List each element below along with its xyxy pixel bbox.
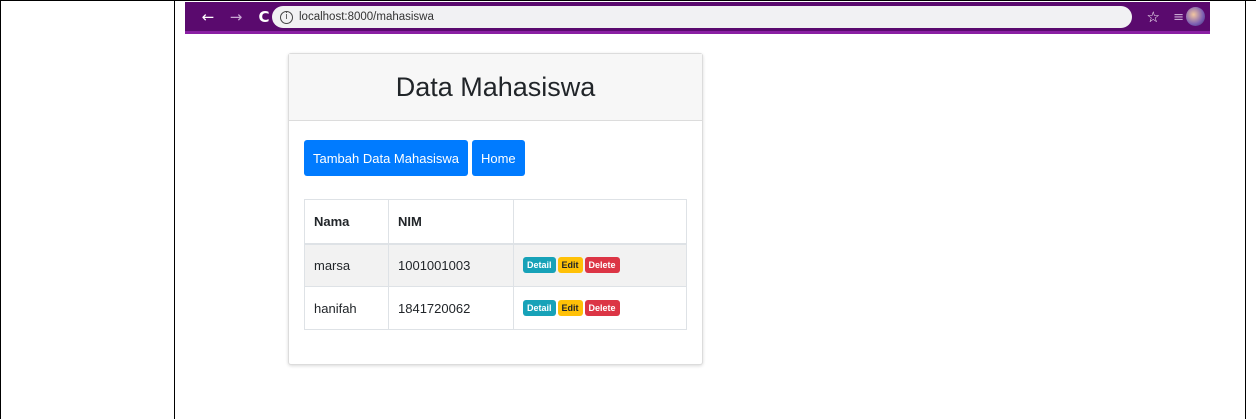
site-info-icon[interactable]: i	[280, 10, 293, 24]
frame-divider-left	[174, 0, 175, 419]
cell-nama: hanifah	[304, 286, 389, 330]
edit-button[interactable]: Edit	[557, 300, 583, 316]
detail-button[interactable]: Detail	[523, 257, 556, 274]
delete-button[interactable]: Delete	[584, 300, 620, 316]
profile-avatar[interactable]	[1186, 7, 1205, 26]
cell-actions: Detail Edit Delete	[513, 286, 687, 330]
url-text[interactable]: localhost:8000/mahasiswa	[299, 11, 434, 23]
edit-button[interactable]: Edit	[557, 257, 583, 274]
table-header-row: Nama NIM	[304, 199, 687, 245]
card-header: Data Mahasiswa	[289, 54, 702, 121]
frame-top-border	[0, 0, 1256, 1]
bookmark-star-icon[interactable]: ☆	[1147, 8, 1160, 26]
detail-button[interactable]: Detail	[523, 300, 556, 316]
delete-button[interactable]: Delete	[584, 257, 620, 274]
page-title: Data Mahasiswa	[395, 71, 596, 102]
table-row: marsa 1001001003 Detail Edit Delete	[304, 243, 687, 287]
header-nim: NIM	[388, 199, 514, 245]
mahasiswa-table: Nama NIM marsa 1001001003 Detail Edit De…	[304, 199, 687, 330]
cell-nim: 1001001003	[388, 243, 514, 287]
home-button[interactable]: Home	[471, 140, 525, 176]
cell-actions: Detail Edit Delete	[513, 243, 687, 287]
cell-nama: marsa	[304, 243, 389, 287]
mahasiswa-card: Data Mahasiswa Tambah Data Mahasiswa Hom…	[288, 53, 703, 365]
forward-icon[interactable]: →	[225, 6, 247, 28]
action-buttons: Tambah Data Mahasiswa Home	[304, 140, 525, 176]
browser-toolbar: ← → C i localhost:8000/mahasiswa ☆ ≡	[185, 2, 1210, 34]
address-bar[interactable]: i localhost:8000/mahasiswa	[272, 6, 1132, 28]
reading-list-icon[interactable]: ≡	[1173, 10, 1184, 25]
frame-left-border	[0, 0, 1, 419]
add-mahasiswa-button[interactable]: Tambah Data Mahasiswa	[304, 140, 468, 176]
header-nama: Nama	[304, 199, 389, 245]
header-actions	[513, 199, 687, 245]
cell-nim: 1841720062	[388, 286, 514, 330]
back-icon[interactable]: ←	[197, 6, 219, 28]
table-row: hanifah 1841720062 Detail Edit Delete	[304, 286, 687, 330]
frame-divider-right	[1245, 0, 1246, 419]
